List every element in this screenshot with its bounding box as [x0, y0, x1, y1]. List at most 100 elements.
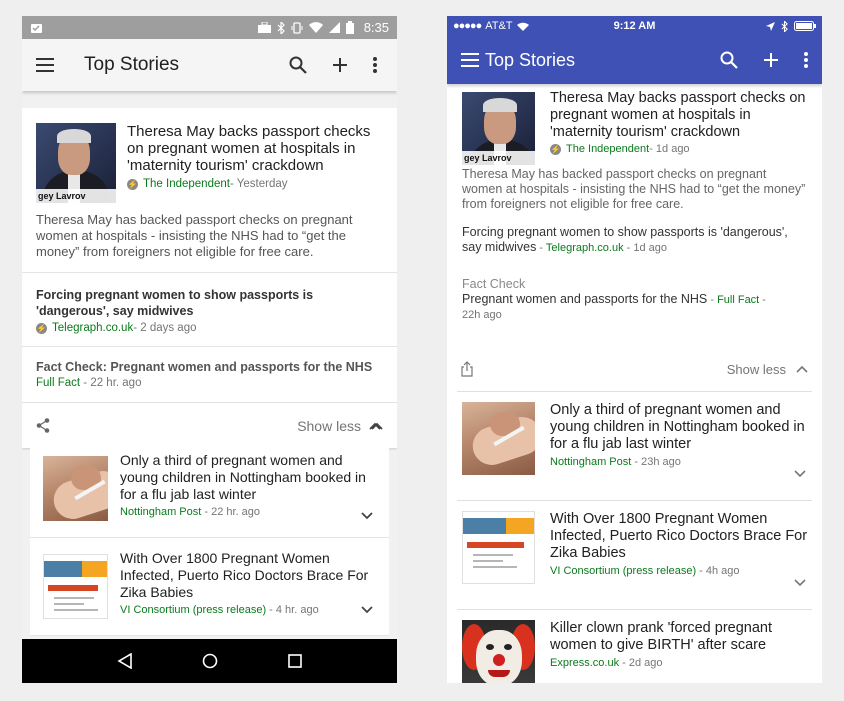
more-vert-icon[interactable] [373, 57, 377, 73]
related-time: - 2 days ago [133, 322, 197, 334]
add-icon[interactable] [764, 53, 778, 67]
page-title: Top Stories [485, 49, 576, 70]
item-source[interactable]: VI Consortium (press release) [550, 565, 696, 577]
show-less-button[interactable]: Show less [727, 362, 786, 377]
item-time: - 2d ago [619, 657, 663, 669]
main-story[interactable]: gey Lavrov Theresa May backs passport ch… [22, 108, 397, 430]
ios-status-time: 9:12 AM [613, 20, 656, 32]
fact-check-story[interactable]: Fact Check Pregnant women and passports … [447, 256, 822, 323]
item-source[interactable]: Nottingham Post [120, 506, 201, 518]
fact-check-story[interactable]: Fact Check: Pregnant women and passports… [22, 347, 397, 402]
list-item[interactable]: With Over 1800 Pregnant Women Infected, … [447, 501, 822, 609]
item-time: - 22 hr. ago [201, 506, 261, 518]
fact-check-headline[interactable]: Pregnant women and passports for the NHS [107, 360, 372, 374]
android-story-card: gey Lavrov Theresa May backs passport ch… [22, 108, 397, 448]
item-source[interactable]: VI Consortium (press release) [120, 604, 266, 616]
android-screen: 8:35 Top Stories gey Lavrov Theresa May … [22, 16, 397, 683]
story-time: - 1d ago [649, 143, 690, 155]
share-icon[interactable] [461, 361, 473, 377]
briefcase-icon [257, 22, 271, 33]
related-source[interactable]: Telegraph.co.uk [546, 242, 624, 254]
related-time: - 1d ago [623, 242, 667, 254]
thumbnail-caption: gey Lavrov [462, 151, 535, 165]
notification-icon [31, 24, 42, 33]
story-thumbnail: gey Lavrov [36, 123, 116, 203]
back-icon[interactable] [117, 653, 133, 669]
signal-icon [328, 22, 340, 33]
story-thumbnail [462, 402, 535, 475]
chevron-up-icon[interactable] [796, 365, 808, 373]
item-headline[interactable]: Killer clown prank 'forced pregnant wome… [550, 620, 812, 654]
story-thumbnail [43, 456, 108, 521]
item-headline[interactable]: Only a third of pregnant women and young… [550, 402, 812, 453]
related-source[interactable]: Telegraph.co.uk [52, 322, 133, 334]
related-headline[interactable]: Forcing pregnant women to show passports… [36, 287, 383, 319]
android-nav-bar [22, 639, 397, 683]
amp-icon: ⚡ [36, 322, 47, 334]
story-thumbnail: gey Lavrov [462, 92, 535, 165]
list-item[interactable]: With Over 1800 Pregnant Women Infected, … [30, 538, 389, 635]
story-source[interactable]: The Independent [143, 178, 230, 190]
share-icon[interactable] [36, 418, 50, 433]
story-thumbnail [462, 511, 535, 584]
list-item[interactable]: Only a third of pregnant women and young… [447, 392, 822, 500]
item-source[interactable]: Express.co.uk [550, 657, 619, 669]
item-headline[interactable]: With Over 1800 Pregnant Women Infected, … [550, 511, 812, 562]
android-toolbar: Top Stories [22, 39, 397, 91]
main-story[interactable]: gey Lavrov Theresa May backs passport ch… [447, 84, 822, 212]
fact-check-time: 22h ago [462, 309, 502, 321]
ios-screen: ●●●●● AT&T 9:12 AM Top Stories gey Lavro… [447, 16, 822, 683]
item-time: - 23h ago [631, 456, 681, 468]
fact-check-label: Fact Check: [36, 360, 107, 374]
more-vert-icon[interactable] [804, 52, 808, 68]
related-story[interactable]: Forcing pregnant women to show passports… [447, 212, 822, 256]
item-headline[interactable]: Only a third of pregnant women and young… [120, 452, 377, 503]
recents-icon[interactable] [288, 654, 302, 668]
fact-check-headline[interactable]: Pregnant women and passports for the NHS [462, 292, 707, 306]
chevron-up-icon[interactable] [369, 422, 381, 430]
thumbnail-caption: gey Lavrov [36, 189, 116, 203]
item-source[interactable]: Nottingham Post [550, 456, 631, 468]
story-thumbnail [462, 620, 535, 683]
item-headline[interactable]: With Over 1800 Pregnant Women Infected, … [120, 550, 377, 601]
show-less-button[interactable]: Show less [297, 418, 361, 434]
related-headline[interactable]: Forcing pregnant women to show passports… [462, 225, 810, 256]
amp-icon: ⚡ [127, 178, 138, 190]
ios-toolbar: Top Stories [447, 36, 822, 84]
search-icon[interactable] [720, 51, 738, 69]
android-status-time: 8:35 [363, 20, 389, 35]
android-status-bar: 8:35 [22, 16, 397, 39]
amp-icon: ⚡ [550, 143, 561, 155]
page-title: Top Stories [84, 54, 180, 75]
bluetooth-icon [277, 21, 285, 34]
fact-check-source[interactable]: Full Fact [36, 377, 80, 389]
chevron-down-icon[interactable] [794, 470, 806, 478]
list-item[interactable]: Killer clown prank 'forced pregnant wome… [447, 610, 822, 683]
chevron-down-icon[interactable] [361, 606, 373, 614]
item-time: - 4 hr. ago [266, 604, 319, 616]
story-snippet: Theresa May has backed passport checks o… [36, 212, 353, 259]
search-icon[interactable] [289, 56, 307, 74]
add-icon[interactable] [333, 58, 347, 72]
story-time: - Yesterday [229, 178, 288, 190]
fact-check-source[interactable]: Full Fact [717, 294, 759, 306]
wifi-icon [308, 22, 323, 33]
fact-check-label: Fact Check [462, 277, 526, 291]
story-headline[interactable]: Theresa May backs passport checks on pre… [550, 90, 810, 141]
chevron-down-icon[interactable] [794, 579, 806, 587]
story-source[interactable]: The Independent [566, 143, 649, 155]
menu-icon[interactable] [461, 53, 479, 67]
home-icon[interactable] [202, 653, 218, 669]
item-time: - 4h ago [696, 565, 740, 577]
story-headline[interactable]: Theresa May backs passport checks on pre… [127, 123, 383, 174]
menu-icon[interactable] [36, 58, 54, 72]
list-item[interactable]: Only a third of pregnant women and young… [30, 440, 389, 537]
fact-check-time: - 22 hr. ago [83, 377, 142, 389]
chevron-down-icon[interactable] [361, 512, 373, 520]
vibrate-icon [291, 21, 303, 34]
android-story-list: Only a third of pregnant women and young… [30, 440, 389, 636]
battery-icon [345, 21, 354, 34]
story-snippet: Theresa May has backed passport checks o… [462, 167, 806, 211]
card-actions: Show less [447, 347, 822, 391]
related-story[interactable]: Forcing pregnant women to show passports… [22, 273, 397, 346]
